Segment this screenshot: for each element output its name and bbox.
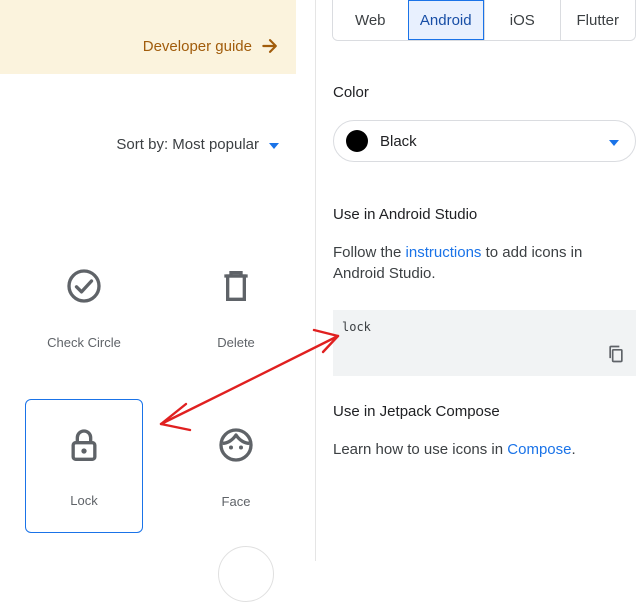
compose-title: Use in Jetpack Compose — [333, 403, 500, 420]
delete-icon — [216, 266, 256, 306]
platform-tabs: Web Android iOS Flutter — [332, 0, 636, 41]
copy-icon[interactable] — [606, 344, 626, 364]
color-section-title: Color — [333, 84, 369, 101]
icon-tile-delete[interactable]: Delete — [177, 240, 295, 374]
icon-tile-face[interactable]: Face — [177, 399, 295, 533]
tab-android[interactable]: Android — [407, 0, 484, 40]
tab-flutter[interactable]: Flutter — [559, 0, 635, 40]
icon-tile-label: Check Circle — [47, 335, 121, 350]
arrow-right-icon — [260, 36, 280, 56]
android-studio-instructions: Follow the instructions to add icons in … — [333, 242, 623, 284]
code-snippet: lock — [333, 310, 636, 376]
face-icon — [216, 425, 256, 465]
android-studio-title: Use in Android Studio — [333, 206, 478, 223]
compose-text-before: Learn how to use icons in — [333, 441, 508, 458]
check-circle-icon — [64, 266, 104, 306]
color-value: Black — [380, 132, 417, 150]
developer-guide-label: Developer guide — [142, 37, 252, 55]
developer-guide-link[interactable]: Developer guide — [143, 36, 280, 56]
scroll-to-top-button[interactable] — [218, 546, 274, 602]
icon-tile-label: Lock — [70, 493, 98, 508]
compose-link[interactable]: Compose — [507, 441, 571, 458]
caret-down-icon — [269, 142, 279, 149]
icon-tile-label: Delete — [217, 335, 255, 350]
icon-tile-check-circle[interactable]: Check Circle — [25, 240, 143, 374]
color-swatch — [346, 130, 368, 152]
instructions-link[interactable]: instructions — [406, 244, 482, 261]
lock-icon — [64, 426, 104, 466]
developer-guide-banner: Developer guide — [0, 0, 296, 74]
compose-text-after: . — [571, 441, 576, 458]
color-select[interactable]: Black — [333, 120, 636, 162]
tab-web[interactable]: Web — [333, 0, 408, 40]
compose-instructions: Learn how to use icons in Compose. — [333, 439, 623, 460]
sort-dropdown[interactable]: Sort by: Most popular — [116, 136, 279, 153]
icon-details-pane: Web Android iOS Flutter Color Black Use … — [316, 0, 636, 561]
caret-down-icon — [609, 140, 619, 146]
icon-grid-pane: Developer guide Sort by: Most popular Ch… — [0, 0, 316, 602]
instructions-text-before: Follow the — [333, 244, 406, 261]
sort-label: Sort by: Most popular — [116, 136, 259, 153]
code-text: lock — [342, 320, 371, 334]
icon-tile-lock[interactable]: Lock — [25, 399, 143, 533]
icon-tile-label: Face — [221, 494, 251, 509]
tab-ios[interactable]: iOS — [484, 0, 560, 40]
